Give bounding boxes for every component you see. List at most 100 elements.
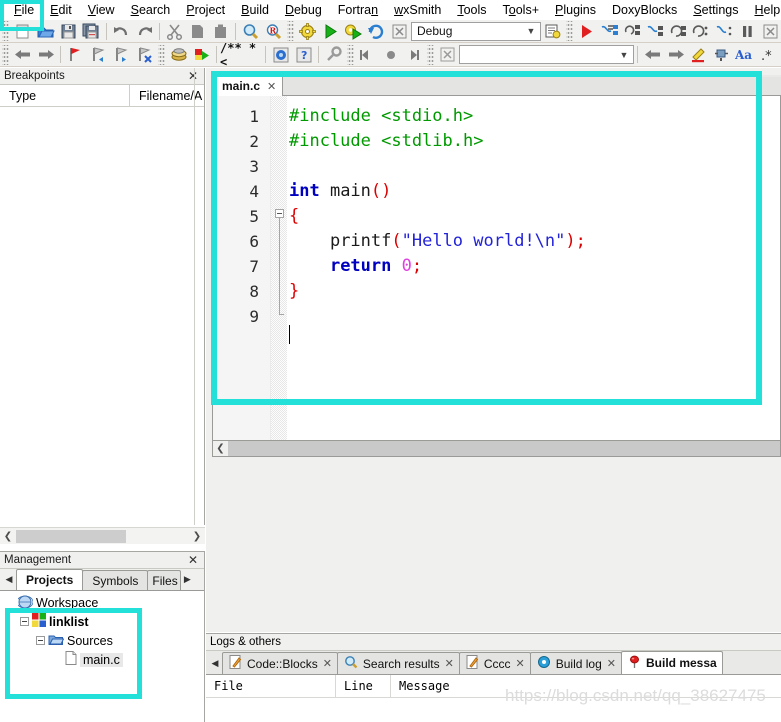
insert-icon[interactable] <box>710 44 733 65</box>
scroll-left-icon[interactable]: ❮ <box>213 441 228 456</box>
log-tab-codeblocks[interactable]: Code::Blocks ✕ <box>222 652 338 674</box>
scroll-track[interactable] <box>16 529 189 544</box>
tree-expander[interactable] <box>35 635 46 646</box>
debug-point-icon[interactable] <box>379 44 402 65</box>
tab-projects[interactable]: Projects <box>16 569 84 590</box>
match-case-icon[interactable]: Aa <box>733 44 756 65</box>
menu-edit[interactable]: Edit <box>42 1 80 19</box>
debug-step-forward-icon[interactable] <box>402 44 425 65</box>
code-line[interactable]: 4 int main() <box>213 179 780 204</box>
next-changed-line-icon[interactable] <box>664 44 687 65</box>
log-tab-search-results[interactable]: Search results ✕ <box>336 652 460 674</box>
menu-debug[interactable]: Debug <box>277 1 330 19</box>
debug-run-to-cursor-icon[interactable] <box>598 21 621 42</box>
back-icon[interactable] <box>11 44 34 65</box>
debug-step-into-instruction-icon[interactable] <box>713 21 736 42</box>
menu-fortran[interactable]: Fortran <box>330 1 386 19</box>
goto-symbol-combo[interactable]: ▼ <box>459 45 634 64</box>
logs-col-file[interactable]: File <box>206 674 336 698</box>
tab-files[interactable]: Files <box>147 570 182 590</box>
tree-node-workspace[interactable]: Workspace <box>5 593 204 612</box>
build-and-run-icon[interactable] <box>342 21 365 42</box>
tree-node-sources[interactable]: Sources <box>5 631 204 650</box>
close-icon[interactable]: ✕ <box>445 657 454 670</box>
tab-scroll-left-icon[interactable]: ◀ <box>208 653 222 674</box>
context-help-icon[interactable]: ? <box>292 44 315 65</box>
cut-icon[interactable] <box>163 21 186 42</box>
undo-icon[interactable] <box>110 21 133 42</box>
scroll-left-icon[interactable]: ❮ <box>0 529 16 544</box>
doxyblocks-comment-label[interactable]: /** *< <box>220 43 262 66</box>
toolbar-grip[interactable] <box>287 21 294 41</box>
tree-node-project[interactable]: linklist <box>5 612 204 631</box>
editor-tab-main-c[interactable]: main.c ✕ <box>212 75 284 96</box>
doxyblocks-config-icon[interactable] <box>322 44 345 65</box>
select-target-icon[interactable] <box>541 21 564 42</box>
tree-expander[interactable] <box>5 597 16 608</box>
toolbar-grip[interactable] <box>2 21 9 41</box>
close-icon[interactable]: ✕ <box>267 80 276 93</box>
breakpoints-hscrollbar[interactable]: ❮ ❯ <box>0 527 205 544</box>
debug-stop-icon[interactable] <box>436 44 459 65</box>
tree-node-file[interactable]: main.c <box>5 650 204 669</box>
debug-stop-icon[interactable] <box>759 21 781 42</box>
toolbar-grip[interactable] <box>158 44 165 65</box>
scroll-thumb[interactable] <box>16 529 126 543</box>
tab-scroll-right-icon[interactable]: ▶ <box>180 569 194 590</box>
new-file-icon[interactable] <box>11 21 34 42</box>
debug-step-out-icon[interactable] <box>667 21 690 42</box>
menu-view[interactable]: View <box>80 1 123 19</box>
prev-changed-line-icon[interactable] <box>641 44 664 65</box>
menu-help[interactable]: Help <box>747 1 781 19</box>
close-icon[interactable]: ✕ <box>188 553 200 567</box>
code-line[interactable]: 2 #include <stdlib.h> <box>213 129 780 154</box>
menu-file[interactable]: File <box>6 1 42 19</box>
tab-scroll-left-icon[interactable]: ◀ <box>2 569 16 590</box>
debug-next-instruction-icon[interactable] <box>690 21 713 42</box>
log-tab-build-messages[interactable]: Build messa <box>620 651 723 674</box>
debug-step-back-icon[interactable] <box>356 44 379 65</box>
run-html-help-icon[interactable] <box>190 44 213 65</box>
tab-symbols[interactable]: Symbols <box>82 570 149 590</box>
menu-settings[interactable]: Settings <box>685 1 746 19</box>
toggle-bookmark-icon[interactable] <box>64 44 87 65</box>
paste-icon[interactable] <box>209 21 232 42</box>
replace-icon[interactable]: R <box>262 21 285 42</box>
build-icon[interactable] <box>296 21 319 42</box>
menu-build[interactable]: Build <box>233 1 277 19</box>
code-line[interactable]: 7 return 0; <box>213 254 780 279</box>
code-line[interactable]: 9 <box>213 304 780 329</box>
logs-col-line[interactable]: Line <box>336 674 391 698</box>
code-line[interactable]: 1 #include <stdio.h> <box>213 104 780 129</box>
debug-step-into-icon[interactable] <box>644 21 667 42</box>
scroll-right-icon[interactable]: ❯ <box>189 529 205 544</box>
close-icon[interactable]: ✕ <box>607 657 616 670</box>
debug-next-line-icon[interactable] <box>621 21 644 42</box>
close-icon[interactable]: ✕ <box>323 657 332 670</box>
menu-search[interactable]: Search <box>123 1 179 19</box>
menu-doxyblocks[interactable]: DoxyBlocks <box>604 1 685 19</box>
code-editor[interactable]: 1 #include <stdio.h> 2 #include <stdlib.h> 3… <box>212 96 781 440</box>
highlight-icon[interactable] <box>687 44 710 65</box>
rebuild-icon[interactable] <box>365 21 388 42</box>
toolbar-grip[interactable] <box>566 21 573 41</box>
menu-wxsmith[interactable]: wxSmith <box>386 1 449 19</box>
breakpoints-col-filename[interactable]: Filename/A <box>130 85 204 107</box>
breakpoints-col-type[interactable]: Type <box>0 84 130 107</box>
log-tab-build-log[interactable]: Build log ✕ <box>529 652 622 674</box>
save-icon[interactable] <box>57 21 80 42</box>
next-bookmark-icon[interactable] <box>110 44 133 65</box>
code-line[interactable]: 3 <box>213 154 780 179</box>
find-icon[interactable] <box>239 21 262 42</box>
redo-icon[interactable] <box>133 21 156 42</box>
abort-icon[interactable] <box>388 21 411 42</box>
log-tab-cccc[interactable]: Cccc ✕ <box>458 652 531 674</box>
prev-bookmark-icon[interactable] <box>87 44 110 65</box>
run-icon[interactable] <box>319 21 342 42</box>
forward-icon[interactable] <box>34 44 57 65</box>
regex-icon[interactable]: .* <box>756 44 779 65</box>
codeblocks-help-icon[interactable] <box>269 44 292 65</box>
toolbar-grip[interactable] <box>427 44 434 65</box>
tree-expander[interactable] <box>19 616 30 627</box>
code-line[interactable]: 8} <box>213 279 780 304</box>
